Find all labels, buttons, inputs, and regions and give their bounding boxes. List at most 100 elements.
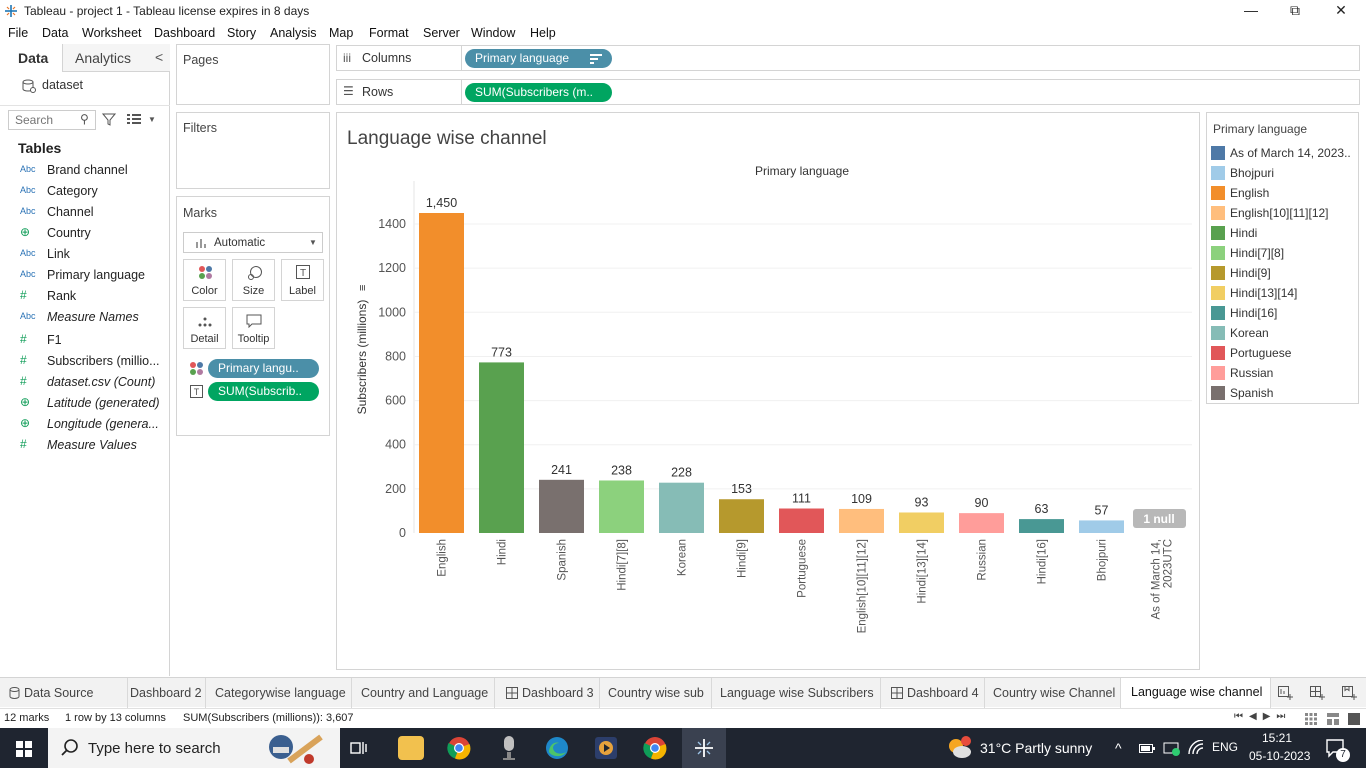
field-item[interactable]: ⊕ Country	[0, 224, 168, 245]
microphone-app-icon[interactable]	[500, 735, 518, 761]
filmstrip-icon[interactable]	[1327, 713, 1339, 725]
bar[interactable]	[959, 513, 1004, 533]
field-item[interactable]: Abc Category	[0, 182, 168, 203]
pages-shelf[interactable]: Pages	[176, 44, 330, 105]
clock-date[interactable]: 05-10-2023	[1249, 749, 1310, 763]
label-button[interactable]: T Label	[281, 259, 324, 301]
field-item[interactable]: ⊕ Latitude (generated)	[0, 394, 168, 415]
menu-file[interactable]: File	[8, 26, 28, 40]
field-item[interactable]: # Rank	[0, 287, 168, 308]
tab-label: Dashboard 4	[907, 686, 979, 700]
taskbar-search-box[interactable]: Type here to search	[48, 728, 340, 768]
bar-chart[interactable]: 0 200 400 600 800 1000 1200 1400 Subscribers (mi…	[337, 113, 1199, 669]
field-item[interactable]: Abc Primary language	[0, 266, 168, 287]
menu-data[interactable]: Data	[42, 26, 68, 40]
bar[interactable]	[899, 512, 944, 533]
bar[interactable]	[719, 499, 764, 533]
new-worksheet-icon[interactable]	[1278, 686, 1293, 700]
media-app-icon[interactable]	[594, 736, 618, 760]
tab-analytics[interactable]: Analytics <	[62, 44, 170, 72]
tab-dashboard-3[interactable]: Dashboard 3	[495, 678, 600, 708]
tab-country-wise-channel[interactable]: Country wise Channel	[985, 678, 1121, 708]
windows-start-icon[interactable]	[16, 741, 32, 757]
bar[interactable]	[659, 482, 704, 533]
file-explorer-icon[interactable]	[398, 736, 424, 760]
field-item[interactable]: Abc Brand channel	[0, 161, 168, 182]
field-item[interactable]: ⊕ Longitude (genera...	[0, 415, 168, 436]
weather-icon[interactable]	[946, 736, 972, 760]
bar[interactable]	[539, 479, 584, 533]
filter-icon[interactable]	[102, 113, 116, 127]
clock-time[interactable]: 15:21	[1262, 731, 1292, 745]
color-button[interactable]: Color	[183, 259, 226, 301]
tab-dashboard-4[interactable]: Dashboard 4	[881, 678, 985, 708]
detail-button[interactable]: Detail	[183, 307, 226, 349]
edge-icon[interactable]	[545, 736, 569, 760]
tab-language-wise-channel[interactable]: Language wise channel	[1121, 678, 1271, 708]
sheet-sorter-icon[interactable]	[1305, 713, 1317, 725]
tabs-view-icon[interactable]	[1348, 713, 1360, 725]
field-item[interactable]: Abc Link	[0, 245, 168, 266]
weather-text[interactable]: 31°C Partly sunny	[980, 740, 1092, 756]
field-item[interactable]: Abc Measure Names	[0, 308, 168, 329]
bar[interactable]	[1019, 519, 1064, 533]
x-tick-label: Hindi[7][8]	[617, 539, 629, 591]
tableau-taskbar-button[interactable]	[682, 728, 726, 768]
restore-button[interactable]: ⧉	[1272, 2, 1318, 19]
tooltip-button[interactable]: Tooltip	[232, 307, 275, 349]
field-item[interactable]: # Subscribers (millio...	[0, 352, 168, 373]
network-icon[interactable]	[1163, 740, 1181, 756]
datasource-item[interactable]: dataset	[22, 77, 162, 95]
tab-language-wise-subscribers[interactable]: Language wise Subscribers	[712, 678, 881, 708]
bar[interactable]	[839, 508, 884, 533]
wifi-icon[interactable]	[1188, 740, 1204, 756]
battery-icon[interactable]	[1139, 742, 1155, 754]
menu-help[interactable]: Help	[530, 26, 556, 40]
rows-shelf[interactable]: ☰ Rows SUM(Subscribers (m..	[336, 79, 1360, 105]
menu-map[interactable]: Map	[329, 26, 353, 40]
task-view-icon[interactable]	[350, 740, 368, 756]
new-dashboard-icon[interactable]	[1310, 686, 1325, 700]
close-button[interactable]: ✕	[1318, 2, 1364, 19]
menu-server[interactable]: Server	[423, 26, 460, 40]
minimize-button[interactable]: —	[1228, 2, 1274, 18]
rows-pill-sum-subscribers[interactable]: SUM(Subscribers (m..	[465, 83, 612, 102]
bar[interactable]	[479, 362, 524, 533]
mark-type-select[interactable]: Automatic ▼	[183, 232, 323, 253]
sheet-navigation-icons[interactable]: ⏮◀▶⏭	[1234, 711, 1291, 722]
chrome-icon[interactable]	[643, 736, 667, 760]
menu-analysis[interactable]: Analysis	[270, 26, 317, 40]
tab-country-wise-sub[interactable]: Country wise sub	[600, 678, 712, 708]
collapse-pane-icon[interactable]: <	[155, 49, 163, 65]
new-story-icon[interactable]	[1342, 686, 1357, 700]
language-indicator[interactable]: ENG	[1212, 740, 1238, 754]
field-item[interactable]: # dataset.csv (Count)	[0, 373, 168, 394]
view-list-icon[interactable]	[127, 114, 141, 126]
label-pill-sum-subscribers[interactable]: SUM(Subscrib..	[208, 382, 319, 401]
tab-country-and-language[interactable]: Country and Language	[352, 678, 495, 708]
tab-data[interactable]: Data	[0, 44, 62, 72]
menu-format[interactable]: Format	[369, 26, 409, 40]
bar[interactable]	[419, 213, 464, 533]
filters-shelf[interactable]: Filters	[176, 112, 330, 189]
chevron-down-icon[interactable]: ▼	[148, 115, 156, 124]
bar[interactable]	[1079, 520, 1124, 533]
chrome-icon[interactable]	[447, 736, 471, 760]
size-button[interactable]: Size	[232, 259, 275, 301]
chevron-up-icon[interactable]: ^	[1115, 740, 1122, 756]
tab-categorywise-language[interactable]: Categorywise language	[206, 678, 352, 708]
columns-shelf[interactable]: iii Columns Primary language	[336, 45, 1360, 71]
tab-data-source[interactable]: Data Source	[0, 678, 128, 708]
menu-worksheet[interactable]: Worksheet	[82, 26, 142, 40]
columns-pill-primary-language[interactable]: Primary language	[465, 49, 612, 68]
field-item[interactable]: # Measure Values	[0, 436, 168, 457]
field-item[interactable]: # F1	[0, 331, 168, 352]
menu-window[interactable]: Window	[471, 26, 515, 40]
bar[interactable]	[599, 480, 644, 533]
field-item[interactable]: Abc Channel	[0, 203, 168, 224]
tab-dashboard-2[interactable]: Dashboard 2	[128, 678, 206, 708]
menu-dashboard[interactable]: Dashboard	[154, 26, 215, 40]
color-pill-primary-language[interactable]: Primary langu..	[208, 359, 319, 378]
menu-story[interactable]: Story	[227, 26, 256, 40]
bar[interactable]	[779, 508, 824, 533]
